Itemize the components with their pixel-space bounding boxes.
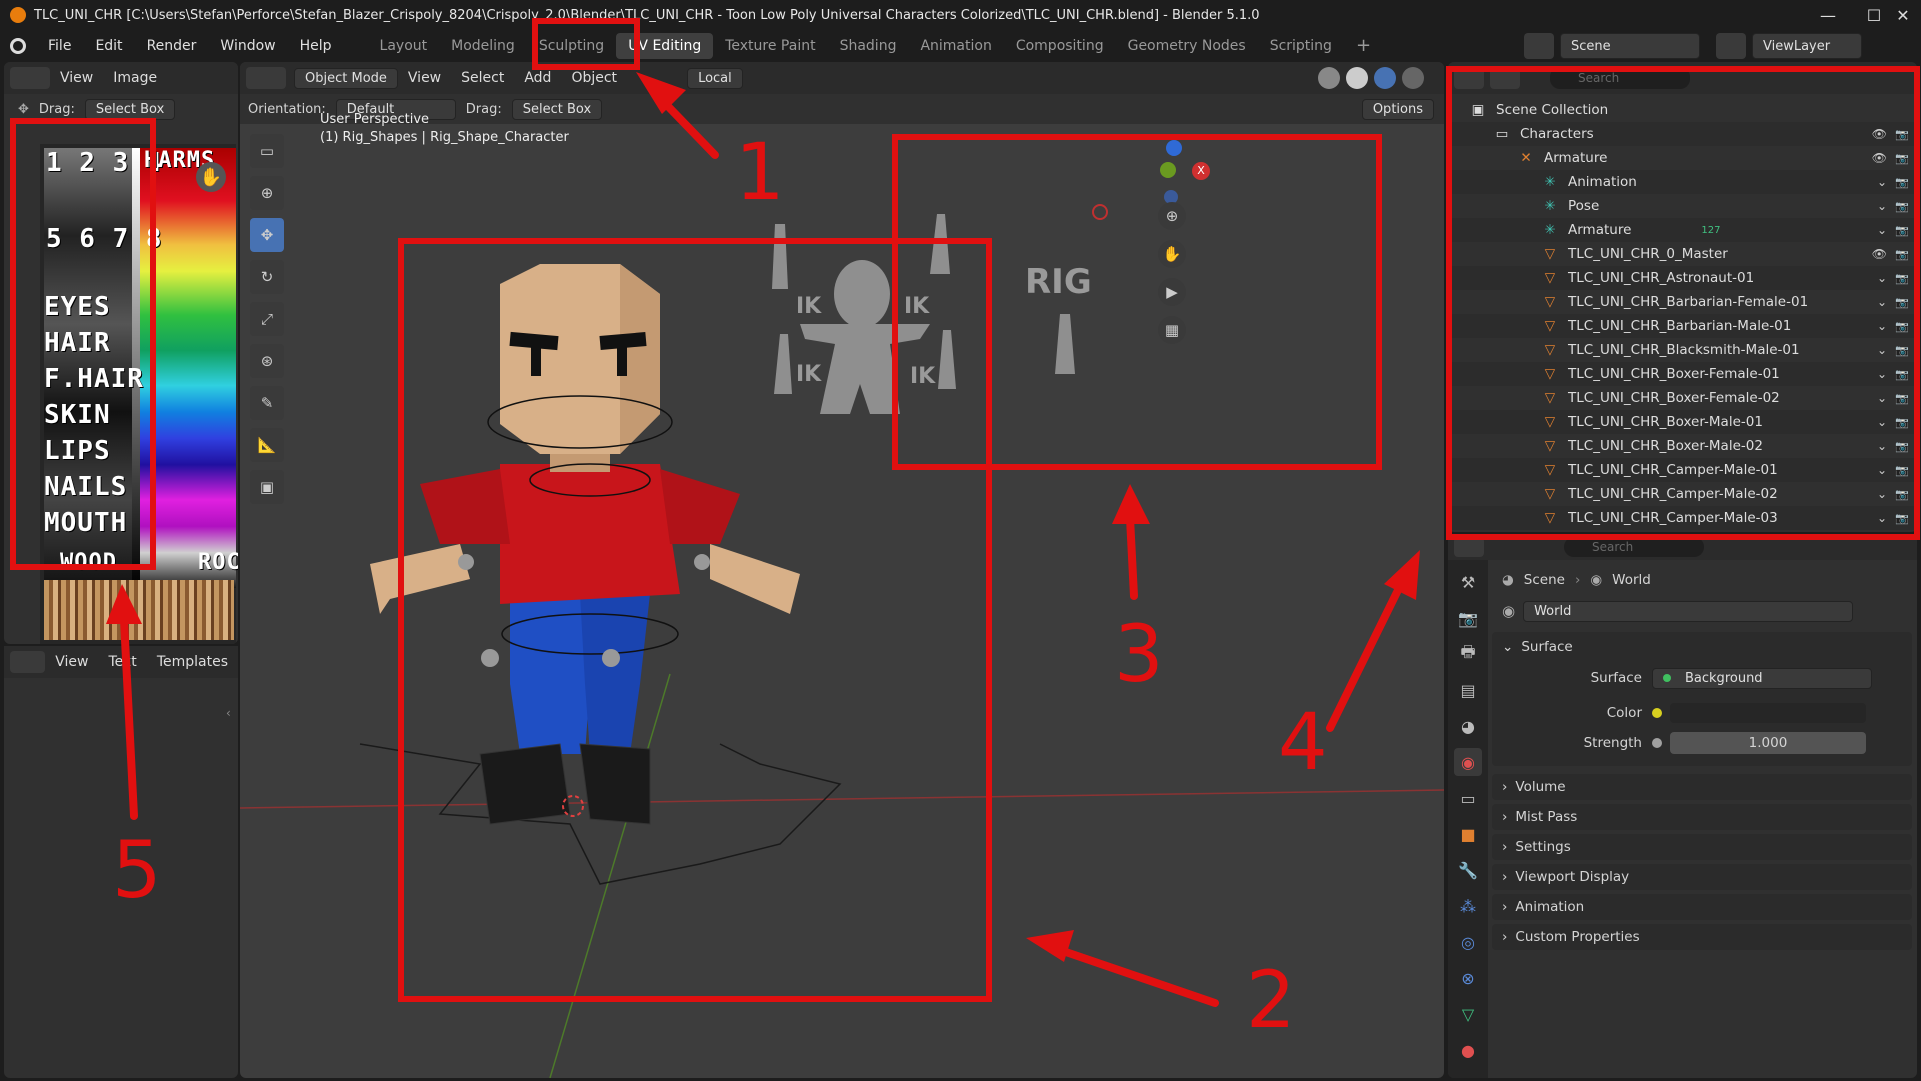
- annotation-number-1: 1: [735, 128, 785, 218]
- annotation-number-5: 5: [112, 826, 162, 916]
- annotation-number-2: 2: [1246, 956, 1296, 1046]
- annotation-arrows: [106, 72, 1420, 1007]
- annotation-number-3: 3: [1114, 610, 1164, 700]
- annotation-number-4: 4: [1278, 698, 1328, 788]
